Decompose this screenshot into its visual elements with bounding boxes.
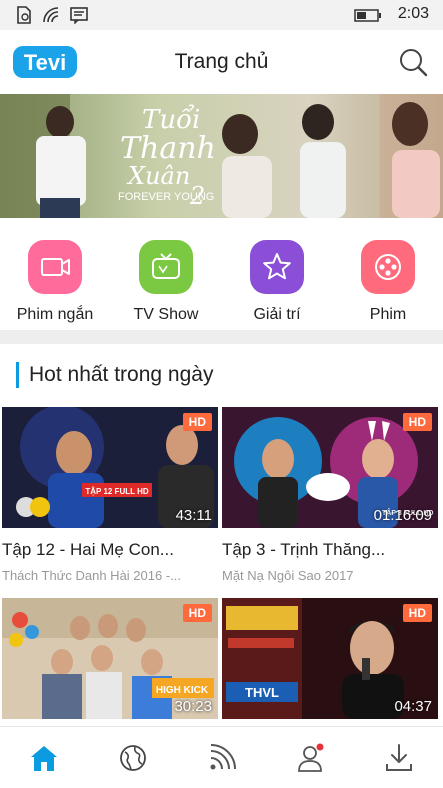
download-icon[interactable] [383,742,415,774]
category-row: Phim ngắn TV Show Giải trí Phim [0,218,443,330]
video-duration: 30:23 [174,698,212,715]
video-duration: 43:11 [175,507,212,524]
video-duration: 01:16:09 [373,507,432,524]
star-icon [250,240,304,294]
notification-dot [316,743,324,751]
status-bar: 2:03 [0,0,443,30]
wifi-icon [43,7,59,23]
search-icon[interactable] [397,46,429,78]
hd-badge: HD [182,604,212,622]
video-subtitle: Mặt Nạ Ngôi Sao 2017 [222,568,354,583]
svg-text:HIGH KICK: HIGH KICK [156,685,209,696]
category-entertainment[interactable]: Giải trí [227,240,327,324]
svg-text:THVL: THVL [245,685,279,700]
category-movies[interactable]: Phim [338,240,438,324]
hd-badge: HD [402,604,432,622]
video-subtitle: Thách Thức Danh Hài 2016 -... [2,568,181,583]
video-thumbnail: THVL HD 04:37 [222,598,438,719]
video-title: Tập 3 - Trịnh Thăng... [222,540,386,559]
hd-badge: HD [402,413,432,431]
home-icon[interactable] [28,742,60,774]
video-card[interactable]: TẬP 12 FULL HD HD 43:11 Tập 12 - Hai Mẹ … [2,407,218,583]
clock-time: 2:03 [397,5,429,22]
category-label: Phim ngắn [16,306,94,323]
video-card[interactable]: HIGH KICK HD 30:23 [2,598,218,719]
video-thumbnail: TẬP 3 FULL HD HD 01:16:09 [222,407,438,528]
video-card[interactable]: TẬP 3 FULL HD HD 01:16:09 Tập 3 - Trịnh … [222,407,438,583]
video-title: Tập 12 - Hai Mẹ Con... [2,540,174,559]
featured-banner[interactable]: Tuổi Thanh Xuân FOREVER YOUNG 2 [0,94,443,218]
profile-icon[interactable] [295,742,327,774]
category-label: Giải trí [253,306,301,323]
section-title: Hot nhất trong ngày [16,362,213,388]
rss-icon[interactable] [206,742,238,774]
app-header: Tevi Trang chủ [0,30,443,94]
battery-icon [354,9,381,22]
category-tv-show[interactable]: TV Show [116,240,216,324]
video-card[interactable]: THVL HD 04:37 [222,598,438,719]
hd-badge: HD [182,413,212,431]
video-thumbnail: HIGH KICK HD 30:23 [2,598,218,719]
category-label: TV Show [133,306,199,323]
category-short-film[interactable]: Phim ngắn [5,240,105,324]
video-thumbnail: TẬP 12 FULL HD HD 43:11 [2,407,218,528]
video-duration: 04:37 [394,698,432,715]
category-label: Phim [369,306,407,323]
banner-title-line3: Xuân [126,162,190,190]
page-title: Trang chủ [174,50,269,73]
banner-image: Tuổi Thanh Xuân FOREVER YOUNG 2 [0,94,443,218]
bottom-navigation [0,726,443,788]
film-reel-icon [361,240,415,294]
section-divider [0,330,443,344]
svg-text:TẬP 12 FULL HD: TẬP 12 FULL HD [85,487,148,496]
clock-notification-icon [17,6,31,24]
globe-icon[interactable] [117,742,149,774]
banner-title-line2: Thanh [120,131,216,166]
tv-icon [139,240,193,294]
banner-number: 2 [189,182,205,210]
message-icon [70,7,88,24]
video-camera-icon [28,240,82,294]
